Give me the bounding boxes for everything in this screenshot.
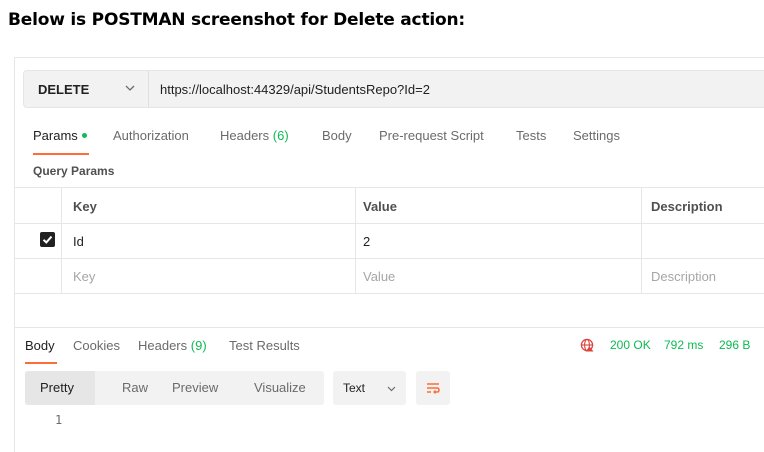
- response-headers-count: (9): [190, 338, 207, 353]
- tab-headers[interactable]: Headers (6): [220, 128, 289, 143]
- tab-tests[interactable]: Tests: [516, 128, 546, 143]
- table-divider: [15, 187, 764, 188]
- status-code[interactable]: 200 OK: [610, 338, 651, 352]
- chevron-down-icon: [125, 85, 135, 91]
- param-value-cell[interactable]: 2: [363, 234, 370, 249]
- tab-prerequest-script[interactable]: Pre-request Script: [379, 128, 484, 143]
- globe-warning-icon[interactable]: [580, 338, 594, 352]
- postman-window: DELETE https://localhost:44329/api/Stude…: [14, 57, 764, 452]
- response-tab-cookies[interactable]: Cookies: [73, 338, 120, 353]
- request-url-bar: DELETE https://localhost:44329/api/Stude…: [23, 70, 764, 108]
- view-mode-preview[interactable]: Preview: [172, 380, 218, 395]
- active-tab-indicator: [33, 153, 89, 155]
- page-heading: Below is POSTMAN screenshot for Delete a…: [8, 10, 465, 30]
- response-tab-test-results[interactable]: Test Results: [229, 338, 300, 353]
- param-enabled-checkbox[interactable]: [40, 232, 55, 247]
- headers-count: (6): [272, 128, 289, 143]
- param-key-cell[interactable]: Id: [73, 234, 84, 249]
- column-divider: [61, 187, 62, 293]
- table-divider: [15, 258, 764, 259]
- response-tab-headers[interactable]: Headers (9): [138, 338, 207, 353]
- response-size[interactable]: 296 B: [719, 338, 750, 352]
- params-active-dot: [81, 133, 87, 138]
- view-mode-pretty-label: Pretty: [40, 380, 74, 395]
- column-header-key: Key: [73, 199, 97, 214]
- response-tab-body[interactable]: Body: [25, 338, 55, 353]
- new-value-input[interactable]: Value: [363, 269, 395, 284]
- response-active-tab-indicator: [25, 362, 57, 364]
- method-select[interactable]: DELETE: [24, 71, 149, 107]
- column-header-description: Description: [651, 199, 723, 214]
- tab-authorization[interactable]: Authorization: [113, 128, 189, 143]
- wrap-lines-icon: [427, 383, 440, 394]
- line-number: 1: [55, 413, 63, 427]
- new-description-input[interactable]: Description: [651, 269, 716, 284]
- tab-settings[interactable]: Settings: [573, 128, 620, 143]
- wrap-lines-button[interactable]: [416, 371, 450, 405]
- response-divider: [15, 327, 764, 328]
- method-label: DELETE: [38, 82, 90, 97]
- chevron-down-icon: [387, 386, 396, 392]
- tab-body[interactable]: Body: [322, 128, 352, 143]
- tab-params[interactable]: Params: [33, 128, 87, 143]
- tab-params-label: Params: [33, 128, 78, 143]
- format-label: Text: [343, 381, 366, 395]
- url-input[interactable]: https://localhost:44329/api/StudentsRepo…: [160, 82, 430, 97]
- table-divider: [15, 293, 764, 294]
- view-mode-raw[interactable]: Raw: [122, 380, 148, 395]
- view-mode-group: Pretty Raw Preview Visualize: [25, 371, 324, 405]
- view-mode-visualize[interactable]: Visualize: [254, 380, 306, 395]
- column-header-value: Value: [363, 199, 397, 214]
- response-time[interactable]: 792 ms: [664, 338, 703, 352]
- column-divider: [355, 187, 356, 293]
- tab-headers-label: Headers: [220, 128, 270, 143]
- response-tab-headers-label: Headers: [138, 338, 188, 353]
- format-select[interactable]: Text: [333, 371, 406, 405]
- new-key-input[interactable]: Key: [73, 269, 95, 284]
- column-divider: [641, 187, 642, 293]
- table-divider: [15, 223, 764, 224]
- checkmark-icon: [42, 235, 53, 244]
- query-params-title: Query Params: [33, 164, 115, 178]
